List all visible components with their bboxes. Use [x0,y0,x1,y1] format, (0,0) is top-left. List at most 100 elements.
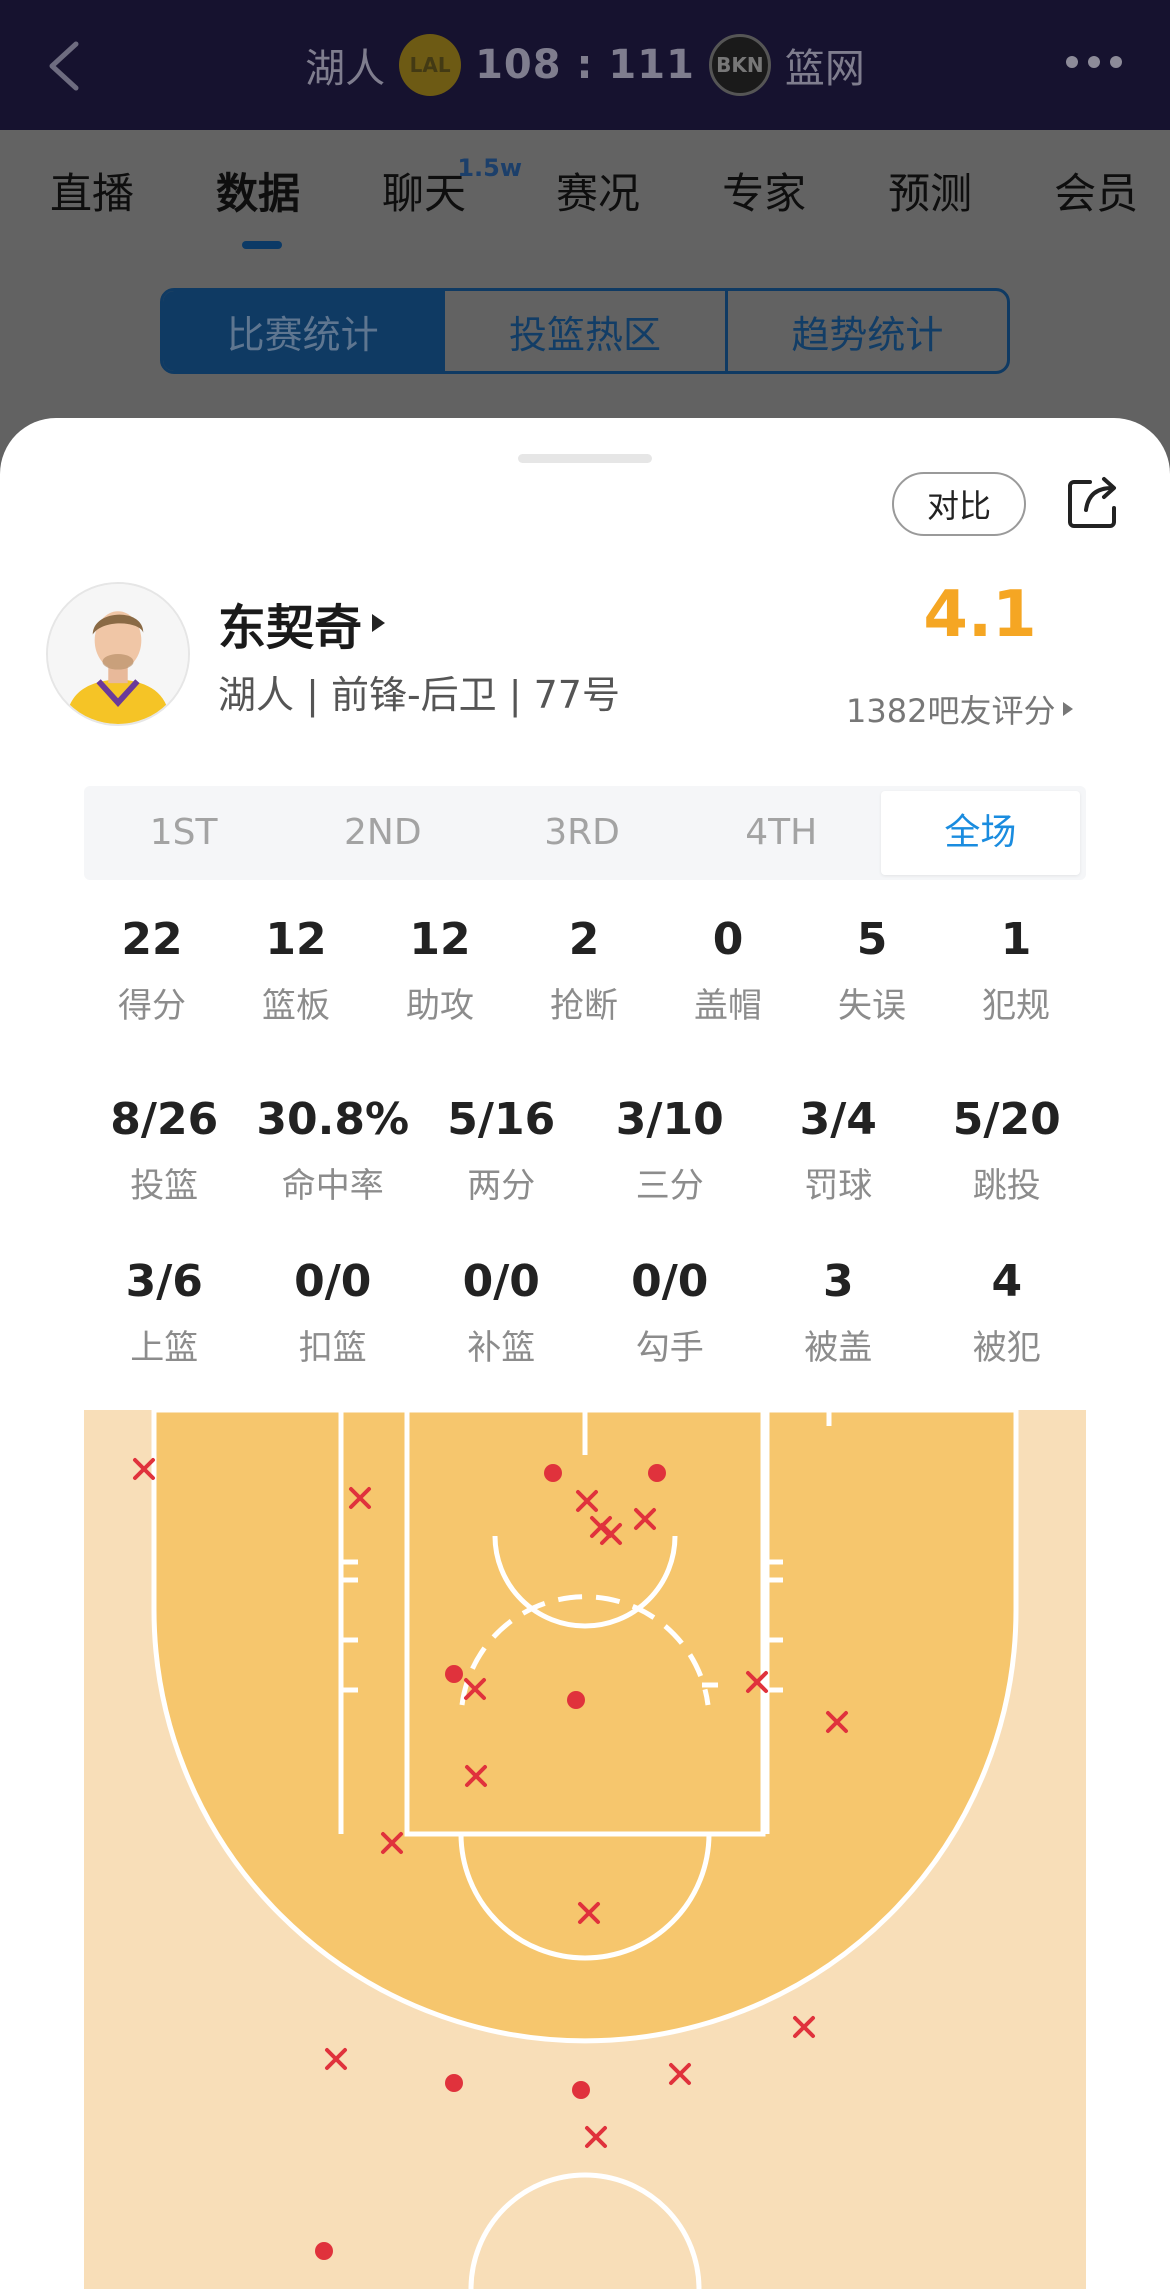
chevron-right-icon [1063,702,1074,716]
shot-type-stats-row: 3/6 上篮 0/0 扣篮 0/0 补篮 0/0 勾手 3 被盖 4 被犯 [80,1254,1091,1369]
stat-value: 30.8% [256,1094,410,1145]
shooting-stats-row: 8/26 投篮 30.8% 命中率 5/16 两分 3/10 三分 3/4 罚球 5/20… [80,1092,1091,1207]
stat-value: 5 [856,914,888,965]
stat-blocked: 3 被盖 [754,1254,923,1369]
tab-live[interactable]: 直播 [50,160,134,221]
game-score: 108 : 111 [475,42,695,88]
stat-value: 0/0 [631,1256,709,1307]
stat-steals: 2 抢断 [512,912,656,1027]
stat-label: 篮板 [262,986,330,1026]
stat-value: 12 [409,914,471,965]
tab-predictions[interactable]: 预测 [888,160,972,221]
stat-value: 2 [568,914,600,965]
more-options-icon[interactable] [1066,56,1122,68]
stat-label: 勾手 [635,1328,704,1368]
stat-rebounds: 12 篮板 [224,912,368,1027]
period-full-game[interactable]: 全场 [880,791,1081,875]
stat-hook-shots: 0/0 勾手 [586,1254,755,1369]
stat-value: 0/0 [462,1256,540,1307]
nets-logo-icon: BKN [708,34,771,96]
stat-value: 4 [991,1256,1023,1307]
segment-shot-zones[interactable]: 投篮热区 [442,291,724,371]
stat-value: 3/6 [125,1256,203,1307]
stat-label: 被盖 [804,1328,873,1368]
stat-value: 5/20 [952,1094,1061,1145]
compare-button[interactable]: 对比 [892,472,1026,536]
stat-value: 1 [1000,914,1032,965]
stat-assists: 12 助攻 [368,912,512,1027]
stat-value: 3/10 [615,1094,724,1145]
player-info: 湖人 | 前锋-后卫 | 77号 [218,673,620,717]
stat-label: 跳投 [972,1166,1041,1206]
stat-two-pointers: 5/16 两分 [417,1092,586,1207]
fan-ratings-link[interactable]: 1382吧友评分 [846,686,1074,732]
chat-count-badge: 1.5w [457,153,523,182]
chevron-right-icon [372,614,386,632]
stat-label: 罚球 [804,1166,873,1206]
stat-label: 抢断 [550,986,618,1026]
stat-field-goals: 8/26 投篮 [80,1092,249,1207]
period-4th[interactable]: 4TH [682,791,881,875]
stat-value: 0 [712,914,744,965]
segment-game-stats[interactable]: 比赛统计 [163,291,443,371]
stat-value: 8/26 [110,1094,219,1145]
made-shot-marker [315,2242,333,2260]
period-1st[interactable]: 1ST [84,791,283,875]
stat-label: 三分 [635,1166,704,1206]
basic-stats-row: 22 得分 12 篮板 12 助攻 2 抢断 0 盖帽 5 失误 1 犯规 [80,912,1088,1027]
stat-value: 3/4 [799,1094,877,1145]
period-3rd[interactable]: 3RD [482,791,681,875]
tab-game-report[interactable]: 赛况 [556,160,640,221]
stat-points: 22 得分 [80,912,224,1027]
stat-putbacks: 0/0 补篮 [417,1254,586,1369]
stat-fg-percentage: 30.8% 命中率 [249,1092,418,1207]
stat-turnovers: 5 失误 [800,912,944,1027]
stat-value: 22 [121,914,183,965]
away-team-name: 篮网 [784,46,865,92]
stat-label: 失误 [838,986,906,1026]
segment-trend-stats[interactable]: 趋势统计 [724,291,1007,371]
game-tabs: 直播 数据 聊天 1.5w 赛况 专家 预测 会员 [0,130,1170,250]
stat-value: 3 [822,1256,854,1307]
stat-label: 投篮 [130,1166,199,1206]
stat-label: 被犯 [972,1328,1041,1368]
stat-label: 上篮 [130,1328,199,1368]
top-bar: 湖人 LAL 108 : 111 BKN 篮网 [0,0,1170,130]
stat-blocks: 0 盖帽 [656,912,800,1027]
stat-three-pointers: 3/10 三分 [586,1092,755,1207]
stat-value: 12 [265,914,327,965]
made-shot-marker [567,1691,585,1709]
stat-label: 两分 [467,1166,536,1206]
shot-chart-court [84,1410,1086,2289]
scoreboard[interactable]: 湖人 LAL 108 : 111 BKN 篮网 [0,30,1170,100]
stat-label: 犯规 [982,986,1050,1026]
tab-experts[interactable]: 专家 [722,160,806,221]
stat-dunks: 0/0 扣篮 [249,1254,418,1369]
stat-value: 0/0 [294,1256,372,1307]
stat-value: 5/16 [447,1094,556,1145]
made-shot-marker [544,1464,562,1482]
period-selector: 1ST 2ND 3RD 4TH 全场 [84,786,1086,880]
stat-label: 得分 [118,986,186,1026]
tab-chat-label: 聊天 [382,168,467,218]
stats-segment-control: 比赛统计 投篮热区 趋势统计 [160,288,1010,374]
stat-label: 补篮 [467,1328,536,1368]
player-avatar[interactable] [46,582,190,726]
made-shot-marker [445,2074,463,2092]
stat-label: 扣篮 [298,1328,367,1368]
made-shot-marker [445,1665,463,1683]
tab-chat[interactable]: 聊天 1.5w [382,154,522,221]
tab-stats[interactable]: 数据 [216,160,300,249]
period-2nd[interactable]: 2ND [283,791,482,875]
stat-fouls-drawn: 4 被犯 [923,1254,1092,1369]
share-icon[interactable] [1066,474,1122,530]
tab-membership[interactable]: 会员 [1054,160,1138,221]
player-name-link[interactable]: 东契奇 [218,588,386,658]
stat-layups: 3/6 上篮 [80,1254,249,1369]
stat-label: 盖帽 [694,986,762,1026]
home-team-name: 湖人 [305,46,386,92]
lakers-logo-icon: LAL [399,34,462,96]
sheet-drag-handle[interactable] [518,454,652,463]
stat-label: 命中率 [281,1166,384,1206]
player-rating: 4.1 [923,578,1037,652]
